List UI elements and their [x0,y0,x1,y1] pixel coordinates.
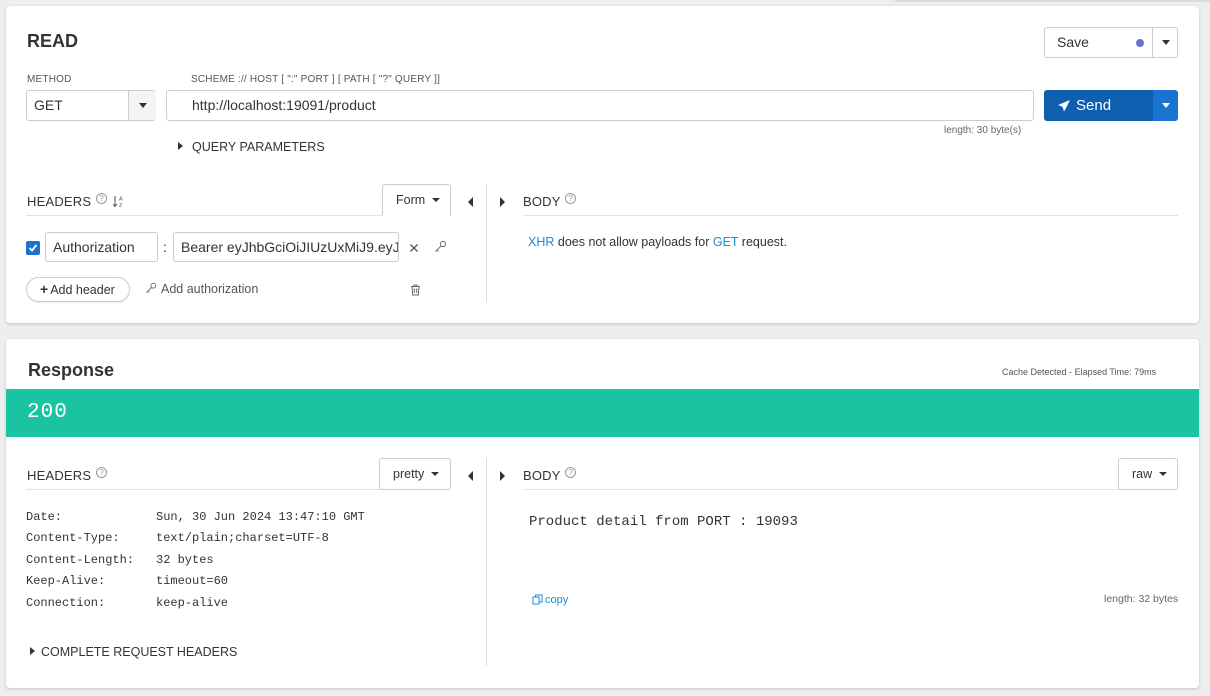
method-label: METHOD [27,74,72,85]
response-body-text: BODY [523,468,561,483]
header-value: timeout=60 [156,574,229,588]
response-body-label: BODY ? [523,467,577,483]
help-icon[interactable]: ? [565,193,577,204]
header-key: Connection: [26,596,106,610]
elapsed-time-text: Elapsed Time: 79ms [1074,367,1157,377]
method-dropdown-toggle [129,91,156,120]
chevron-right-icon [500,197,505,207]
header-key: Content-Length: [26,553,135,567]
send-button-group: Send [1044,90,1178,121]
collapse-left-button[interactable] [468,194,473,212]
send-button[interactable]: Send [1044,90,1153,121]
headers-format-dropdown[interactable]: Form [382,184,451,216]
header-value: 32 bytes [156,553,214,567]
request-split-divider [486,184,487,302]
header-key: Keep-Alive: [26,574,106,588]
svg-text:A: A [119,197,123,203]
response-split-divider [486,458,487,666]
header-name-input[interactable]: Authorization [45,232,158,262]
header-value-input[interactable]: Bearer eyJhbGciOiJIUzUxMiJ9.eyJzdWIiOiJ1… [173,232,399,262]
key-icon [146,282,157,293]
body-message: XHR does not allow payloads for GET requ… [528,235,787,249]
get-method-link[interactable]: GET [713,235,738,249]
key-icon[interactable] [434,240,447,253]
plus-icon: + [40,281,49,297]
add-authorization-link[interactable]: Add authorization [145,282,258,296]
body-view-dropdown[interactable]: raw [1118,458,1178,490]
collapse-right-button[interactable] [500,468,505,486]
svg-text:Z: Z [119,203,123,208]
method-value: GET [34,97,63,113]
response-timing: Cache Detected - Elapsed Time: 79ms [1002,367,1156,377]
chevron-down-icon [1161,40,1170,45]
query-parameters-label: QUERY PARAMETERS [192,140,325,154]
chevron-left-icon [468,197,473,207]
method-select[interactable]: GET [26,90,156,121]
response-body-text: Product detail from PORT : 19093 [529,514,798,530]
collapse-right-button[interactable] [500,194,505,212]
headers-divider [26,215,383,216]
save-button-label: Save [1057,34,1089,50]
save-options-button[interactable] [1153,28,1178,57]
send-button-label: Send [1076,97,1112,114]
chevron-right-icon [30,647,35,655]
add-header-button[interactable]: + Add header [26,277,130,302]
help-icon[interactable]: ? [96,193,108,204]
response-headers-list: Date: Sun, 30 Jun 2024 13:47:10 GMT Cont… [6,339,476,679]
request-body-label: BODY ? [523,193,577,209]
checkmark-icon [28,244,38,252]
chevron-down-icon [431,198,440,202]
body-message-end: request. [738,235,787,249]
url-length: length: 30 byte(s) [944,125,1022,136]
cache-detected-text: Cache Detected - [1002,367,1073,377]
scheme-label: SCHEME :// HOST [ ":" PORT ] [ PATH [ "?… [191,74,441,85]
header-value: Sun, 30 Jun 2024 13:47:10 GMT [156,510,365,524]
top-strip [895,0,1210,2]
response-panel: Response Cache Detected - Elapsed Time: … [6,339,1199,688]
complete-request-headers-label: COMPLETE REQUEST HEADERS [41,645,238,659]
header-value: text/plain;charset=UTF-8 [156,531,329,545]
sort-alpha-icon[interactable]: A Z [112,195,125,209]
header-key: Date: [26,510,63,524]
request-title: READ [27,31,79,51]
header-key: Content-Type: [26,531,120,545]
body-view-label: raw [1132,467,1153,481]
chevron-right-icon [500,471,505,481]
help-icon[interactable]: ? [565,467,577,478]
query-parameters-toggle[interactable]: QUERY PARAMETERS [178,140,325,154]
chevron-down-icon [138,103,147,108]
complete-request-headers-toggle[interactable]: COMPLETE REQUEST HEADERS [30,645,237,659]
add-header-label: Add header [50,283,115,297]
save-button[interactable]: Save [1045,28,1152,57]
header-separator: : [163,239,167,255]
chevron-right-icon [178,142,183,150]
body-length: length: 32 bytes [1104,593,1179,605]
header-enabled-checkbox[interactable] [26,241,40,255]
request-panel: READ Save METHOD SCHEME :// HOST [ ":" P… [6,6,1199,323]
request-headers-label: HEADERS ? A Z [27,193,125,209]
body-divider [523,215,1178,216]
header-value: keep-alive [156,596,229,610]
body-message-middle: does not allow payloads for [554,235,713,249]
request-body-text: BODY [523,194,561,209]
copy-icon [532,594,543,605]
copy-button[interactable]: copy [532,594,568,606]
paper-plane-icon [1058,100,1070,112]
close-icon[interactable] [409,243,419,253]
request-headers-text: HEADERS [27,194,92,209]
response-body-divider [523,489,1119,490]
trash-icon[interactable] [410,284,421,296]
headers-format-label: Form [396,193,426,207]
url-input[interactable]: http://localhost:19091/product [166,90,1034,121]
xhr-link[interactable]: XHR [528,235,554,249]
send-options-button[interactable] [1153,90,1178,121]
copy-label: copy [545,594,569,606]
add-authorization-label: Add authorization [161,282,259,296]
chevron-down-icon [1158,472,1167,476]
chevron-down-icon [1161,103,1170,108]
unsaved-dot-icon [1136,39,1144,47]
save-button-group: Save [1044,27,1178,58]
